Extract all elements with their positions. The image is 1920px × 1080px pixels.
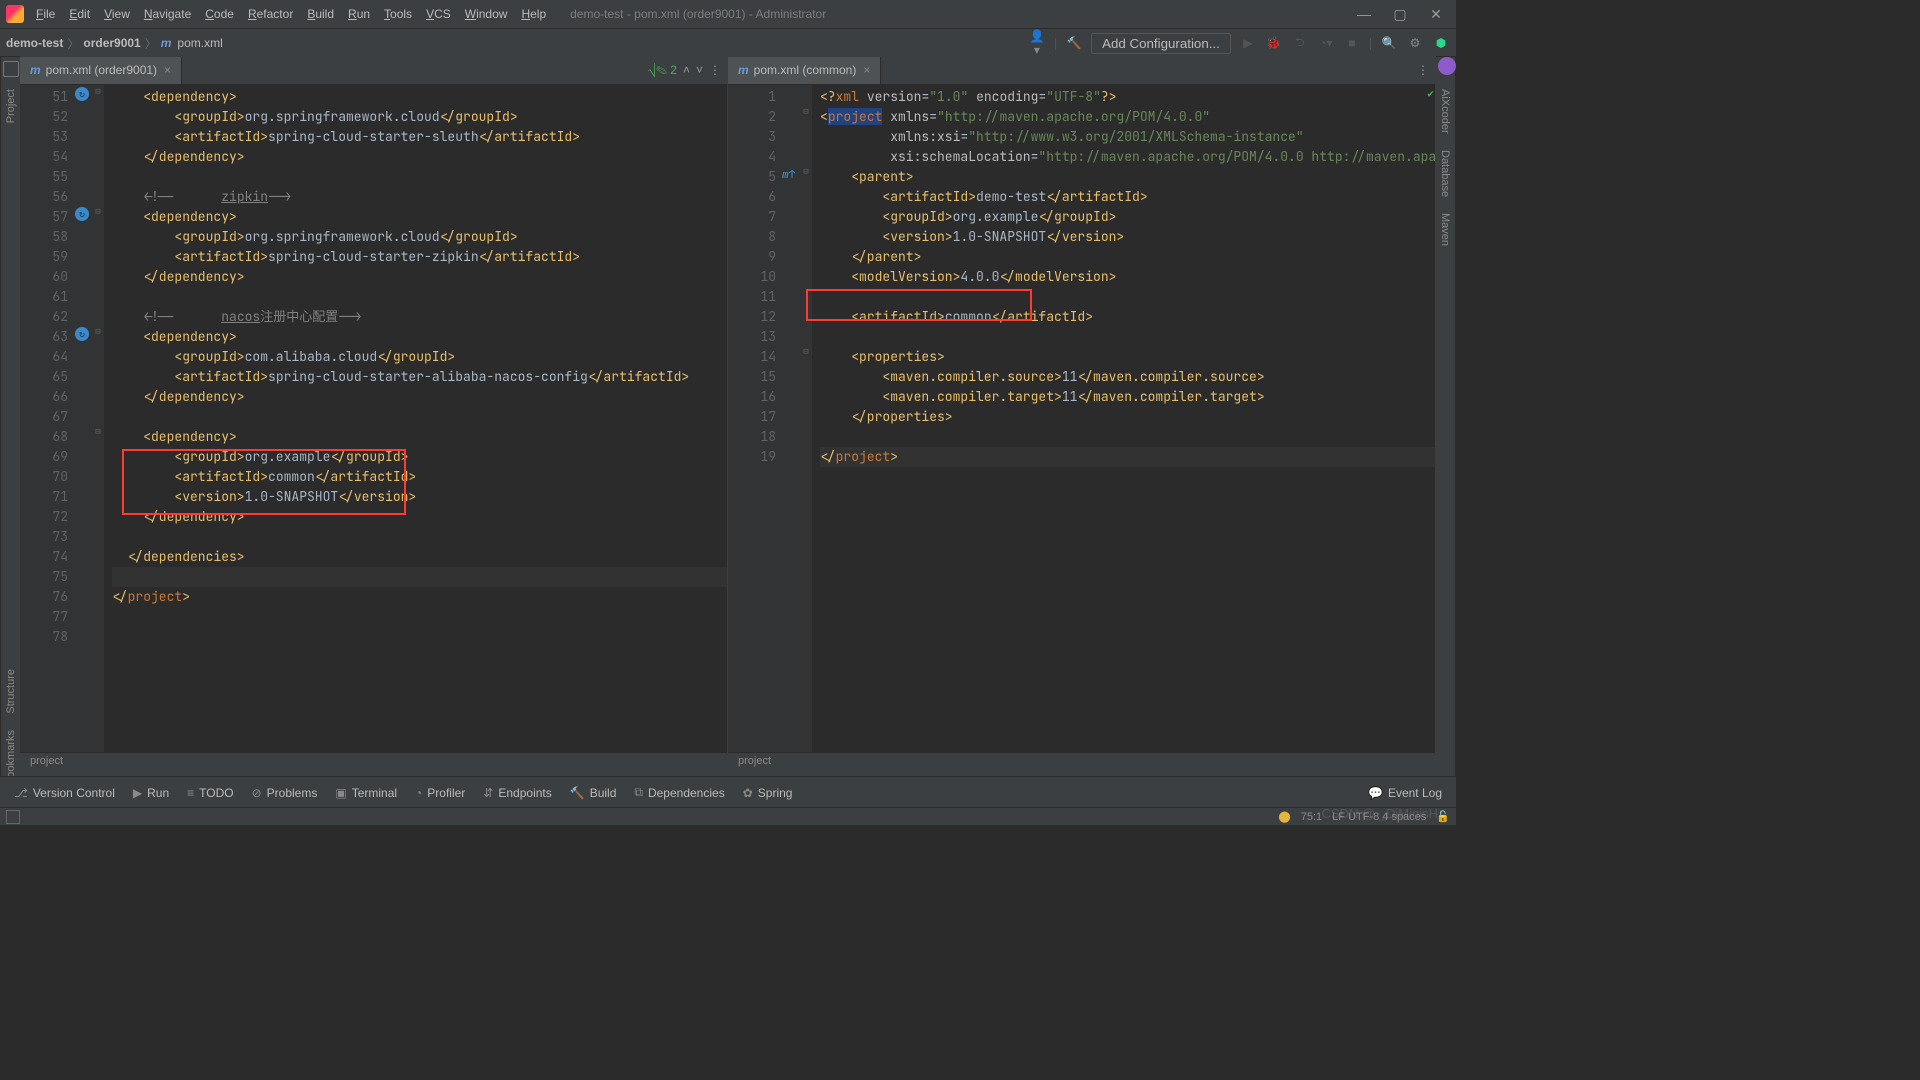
run-icon[interactable]: ▶ [1239,36,1257,50]
inspection-status-icon[interactable]: ⎷✎ 2 [648,63,677,78]
caret-position[interactable]: 75:1 [1301,811,1322,823]
settings-icon[interactable]: ⚙ [1406,36,1424,50]
title-bar: FileEditViewNavigateCodeRefactorBuildRun… [0,0,1456,29]
stop-icon[interactable]: ■ [1343,36,1361,50]
tab-right-pom[interactable]: m pom.xml (common) × [728,57,881,84]
breadcrumb-root[interactable]: demo-test [6,36,63,50]
window-title: demo-test - pom.xml (order9001) - Admini… [552,7,1350,21]
right-editor[interactable]: 12345678910111213141516171819 m↑ ⊟⊟⊟ <?x… [728,85,1435,752]
main-menu: FileEditViewNavigateCodeRefactorBuildRun… [30,3,552,25]
file-encoding[interactable]: LF UTF-8 4 spaces [1332,811,1426,823]
menu-code[interactable]: Code [199,3,240,25]
tool-profiler[interactable]: ◔Profiler [407,782,473,804]
close-tab-icon[interactable]: × [162,63,173,77]
event-log-button[interactable]: 💬Event Log [1360,782,1450,804]
tool-endpoints[interactable]: ⇵Endpoints [475,782,559,804]
highlight-box-left [122,449,406,515]
menu-vcs[interactable]: VCS [420,3,457,25]
search-icon[interactable]: 🔍 [1380,36,1398,50]
warning-icon[interactable]: ⬤ [1278,810,1290,823]
breadcrumb-file[interactable]: pom.xml [177,36,222,50]
breadcrumb[interactable]: demo-test〉 order9001〉 m pom.xml [6,35,223,52]
close-button[interactable]: ✕ [1422,6,1450,23]
editor-crumb-left[interactable]: project [20,752,727,777]
tool-windows-icon[interactable] [6,810,20,824]
right-editor-pane: m pom.xml (common) × ⋮ 12345678910111213… [728,56,1436,777]
tool-problems[interactable]: ⊘Problems [244,782,326,804]
bottom-tool-bar: ⎇Version Control▶Run≡TODO⊘Problems▣Termi… [0,776,1456,808]
maven-file-icon: m [738,63,749,77]
maven-file-icon: m [161,36,172,50]
close-tab-icon[interactable]: × [861,63,872,77]
tool-dependencies[interactable]: ⧉Dependencies [626,781,732,804]
avatar[interactable] [1438,57,1456,75]
right-tool-stripe: AiXcoder Database Maven [1434,56,1456,794]
project-tool-icon[interactable] [3,61,19,77]
tab-label: pom.xml (order9001) [46,63,157,77]
navigation-bar: demo-test〉 order9001〉 m pom.xml 👤▾ | 🔨 A… [0,29,1456,58]
breadcrumb-module[interactable]: order9001 [83,36,140,50]
menu-build[interactable]: Build [301,3,340,25]
maven-tool-button[interactable]: Maven [1437,205,1453,254]
left-editor[interactable]: 5152535455565758596061626364656667686970… [20,85,727,752]
tab-options-icon[interactable]: ⋮ [1417,63,1429,77]
ai-assistant-icon[interactable]: ⬢ [1432,36,1450,50]
menu-refactor[interactable]: Refactor [242,3,299,25]
menu-run[interactable]: Run [342,3,376,25]
debug-icon[interactable]: 🐞 [1265,36,1283,50]
aixcoder-tool-button[interactable]: AiXcoder [1437,81,1453,142]
menu-navigate[interactable]: Navigate [138,3,197,25]
menu-tools[interactable]: Tools [378,3,418,25]
maven-file-icon: m [30,63,41,77]
menu-help[interactable]: Help [515,3,552,25]
structure-tool-button[interactable]: Structure [3,661,19,722]
left-tool-stripe: Project Structure Bookmarks [0,56,22,794]
status-bar: ⬤ 75:1 LF UTF-8 4 spaces 🔓 [0,807,1456,825]
prev-highlight-icon[interactable]: ˄ [683,63,690,77]
tool-todo[interactable]: ≡TODO [179,782,241,804]
highlight-box-right [806,289,1032,321]
code-with-me-icon[interactable]: 👤▾ [1028,29,1046,57]
build-icon[interactable]: 🔨 [1065,36,1083,50]
tab-options-icon[interactable]: ⋮ [709,63,721,77]
left-editor-pane: m pom.xml (order9001) × ⎷✎ 2 ˄ ˅ ⋮ 51525… [20,56,728,777]
next-highlight-icon[interactable]: ˅ [696,63,703,77]
maximize-button[interactable]: ▢ [1386,6,1414,23]
tool-run[interactable]: ▶Run [125,782,177,804]
minimize-button[interactable]: — [1350,6,1378,23]
read-lock-icon[interactable]: 🔓 [1436,810,1450,823]
tool-spring[interactable]: ✿Spring [735,782,801,804]
tab-label: pom.xml (common) [754,63,857,77]
menu-file[interactable]: File [30,3,61,25]
tool-version control[interactable]: ⎇Version Control [6,782,123,804]
tool-build[interactable]: 🔨Build [562,782,625,804]
menu-edit[interactable]: Edit [63,3,96,25]
app-logo-icon [6,5,24,23]
coverage-icon[interactable]: ⮌ [1291,33,1309,54]
project-tool-button[interactable]: Project [3,81,19,131]
database-tool-button[interactable]: Database [1437,142,1453,205]
menu-view[interactable]: View [98,3,136,25]
tool-terminal[interactable]: ▣Terminal [327,782,405,804]
inspection-ok-icon[interactable]: ✔ [1427,87,1434,101]
add-configuration-button[interactable]: Add Configuration... [1091,33,1231,54]
editor-crumb-right[interactable]: project [728,752,1435,777]
tab-left-pom[interactable]: m pom.xml (order9001) × [20,57,182,84]
profile-icon[interactable]: ◔▾ [1317,36,1335,50]
menu-window[interactable]: Window [459,3,514,25]
